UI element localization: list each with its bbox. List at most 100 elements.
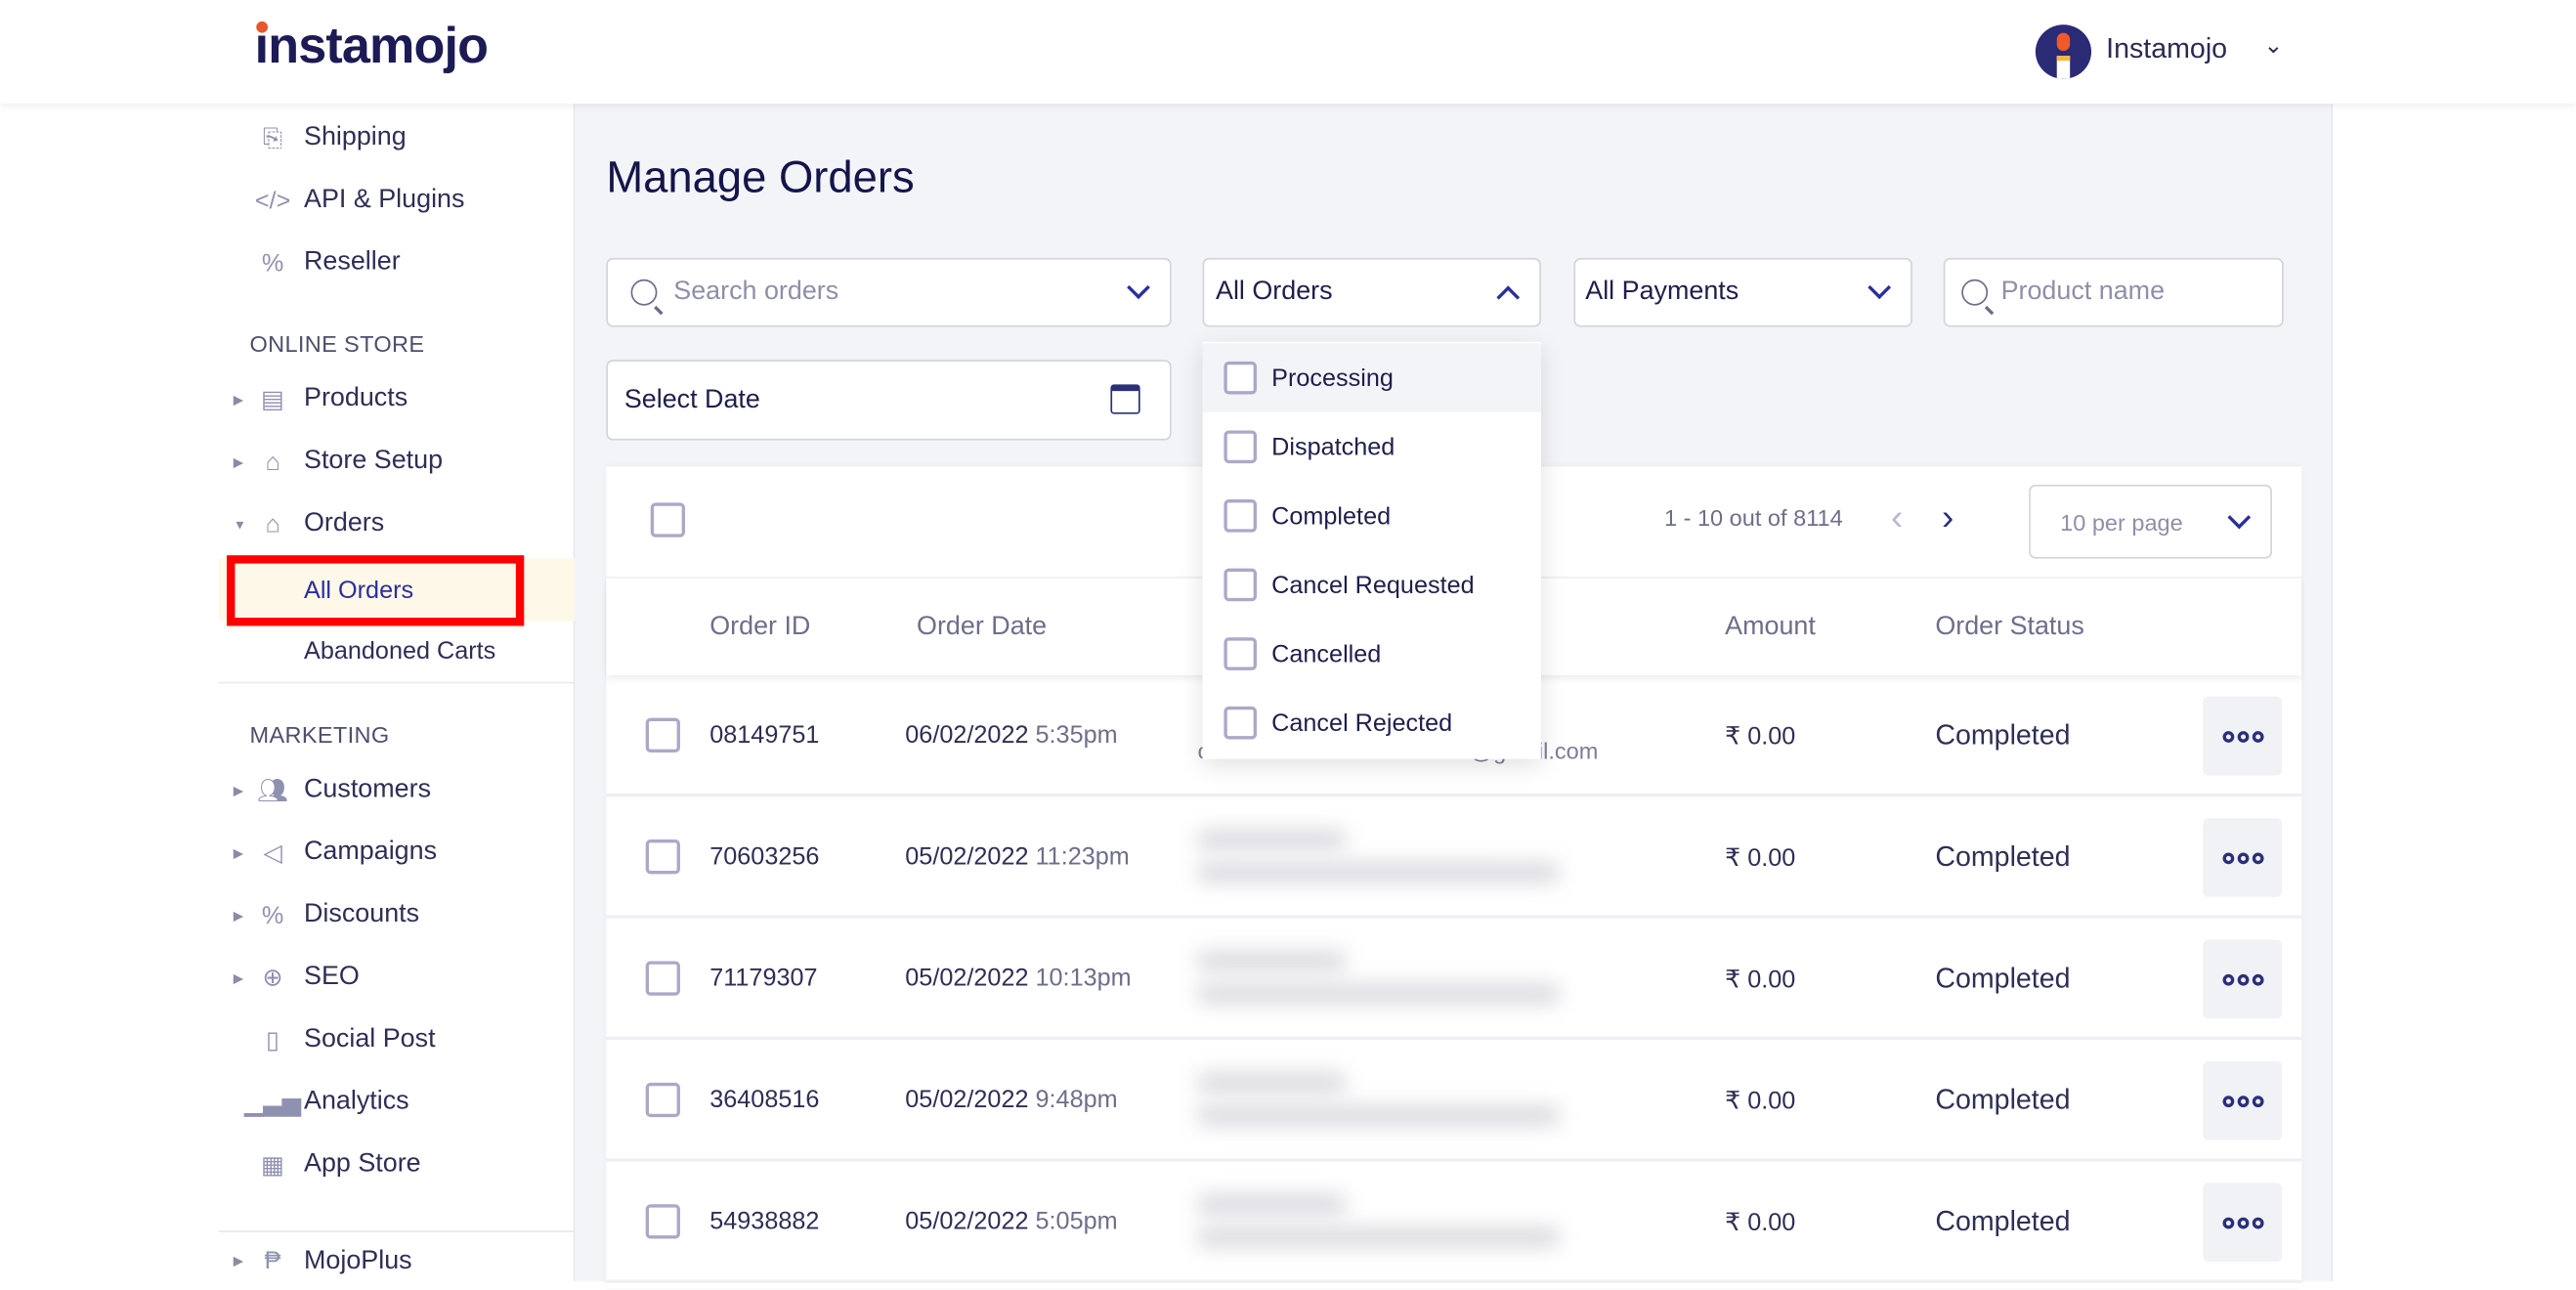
order-status-select[interactable]: All Orders <box>1203 258 1541 327</box>
search-icon <box>631 280 658 306</box>
sidebar-item-mojoplus[interactable]: ▶₱MojoPlus <box>219 1230 576 1290</box>
chevron-down-icon[interactable]: ⌄ <box>2264 31 2284 60</box>
select-date-input[interactable]: Select Date <box>606 360 1171 440</box>
order-id[interactable]: 54938882 <box>709 1208 819 1236</box>
order-id[interactable]: 71179307 <box>709 965 817 993</box>
dropdown-option[interactable]: Cancel Rejected <box>1203 688 1541 757</box>
option-label: Dispatched <box>1271 433 1395 461</box>
row-checkbox[interactable] <box>646 718 680 752</box>
amount: ₹ 0.00 <box>1725 1086 1795 1115</box>
table-row[interactable]: 54938882 05/02/2022 5:05pm₹ 0.00 Complet… <box>606 1162 2301 1283</box>
payment-select[interactable]: All Payments <box>1573 258 1911 327</box>
dropdown-option[interactable]: Dispatched <box>1203 412 1541 482</box>
caret-down-icon: ▼ <box>234 517 246 532</box>
row-checkbox[interactable] <box>646 1083 680 1117</box>
option-checkbox[interactable] <box>1224 637 1257 670</box>
shipping-icon: ⎘ <box>256 121 289 154</box>
order-date: 05/02/2022 5:05pm <box>905 1208 1117 1236</box>
order-id[interactable]: 70603256 <box>709 842 819 871</box>
caret-right-icon: ▶ <box>234 783 243 797</box>
search-orders-input[interactable]: Search orders <box>606 258 1171 327</box>
sidebar-item-shipping[interactable]: ⎘Shipping <box>219 108 576 168</box>
more-actions-button[interactable] <box>2203 818 2282 897</box>
prev-page-button[interactable]: ‹ <box>1891 496 1903 539</box>
option-label: Cancel Rejected <box>1271 709 1452 737</box>
option-checkbox[interactable] <box>1224 707 1257 740</box>
sidebar-item-analytics[interactable]: ▁▃▅Analytics <box>219 1073 576 1133</box>
sidebar-item-products[interactable]: ▶▤Products <box>219 369 576 429</box>
order-id[interactable]: 36408516 <box>709 1086 819 1114</box>
account-name[interactable]: Instamojo <box>2106 33 2227 66</box>
box-icon: ▤ <box>256 383 289 416</box>
order-date: 05/02/2022 9:48pm <box>905 1086 1117 1114</box>
mojoplus-icon: ₱ <box>256 1244 289 1277</box>
more-actions-button[interactable] <box>2203 940 2282 1019</box>
date: 05/02/2022 <box>905 965 1028 993</box>
sidebar-item-api-plugins[interactable]: </>API & Plugins <box>219 171 576 231</box>
amount: ₹ 0.00 <box>1725 721 1795 751</box>
row-checkbox[interactable] <box>646 839 680 874</box>
option-checkbox[interactable] <box>1224 569 1257 602</box>
store-icon: ⌂ <box>256 446 289 479</box>
row-checkbox[interactable] <box>646 1204 680 1238</box>
date: 05/02/2022 <box>905 842 1028 871</box>
megaphone-icon: ◁ <box>256 837 289 870</box>
instamojo-logo[interactable]: instamojo <box>255 17 489 76</box>
more-actions-button[interactable] <box>2203 1061 2282 1140</box>
code-icon: </> <box>256 184 289 217</box>
dropdown-option[interactable]: Processing <box>1203 343 1541 412</box>
sidebar-item-seo[interactable]: ▶⊕SEO <box>219 948 576 1008</box>
sidebar-item-orders[interactable]: ▼⌂Orders <box>219 494 576 554</box>
table-row[interactable]: 71179307 05/02/2022 10:13pm₹ 0.00 Comple… <box>606 919 2301 1040</box>
dropdown-option[interactable]: Completed <box>1203 482 1541 551</box>
dropdown-option[interactable]: Cancelled <box>1203 620 1541 689</box>
sidebar-item-reseller[interactable]: %Reseller <box>219 234 576 293</box>
time: 10:13pm <box>1036 965 1132 993</box>
per-page-select[interactable]: 10 per page <box>2029 485 2272 559</box>
section-online-store: ONLINE STORE <box>250 330 425 357</box>
column-order-status: Order Status <box>1935 613 2083 642</box>
percent-icon: % <box>256 246 289 280</box>
customer-name-redacted <box>1198 951 1346 970</box>
table-row[interactable]: 70603256 05/02/2022 11:23pm₹ 0.00 Comple… <box>606 796 2301 918</box>
avatar[interactable] <box>2036 24 2091 78</box>
users-icon: 👥︎ <box>256 774 289 807</box>
sidebar-item-app-store[interactable]: ▦App Store <box>219 1136 576 1195</box>
option-checkbox[interactable] <box>1224 362 1257 395</box>
amount: ₹ 0.00 <box>1725 965 1795 994</box>
more-actions-button[interactable] <box>2203 1182 2282 1262</box>
more-actions-button[interactable] <box>2203 697 2282 776</box>
caret-right-icon: ▶ <box>234 1254 243 1268</box>
sidebar-item-campaigns[interactable]: ▶◁Campaigns <box>219 823 576 882</box>
option-label: Completed <box>1271 502 1391 531</box>
caret-right-icon: ▶ <box>234 970 243 985</box>
sidebar-item-social-post[interactable]: ▯Social Post <box>219 1010 576 1070</box>
sidebar: ⎘Shipping </>API & Plugins %Reseller ONL… <box>219 104 576 1281</box>
section-marketing: MARKETING <box>250 721 390 748</box>
caret-right-icon: ▶ <box>234 454 243 469</box>
option-checkbox[interactable] <box>1224 430 1257 463</box>
sidebar-item-discounts[interactable]: ▶%Discounts <box>219 885 576 945</box>
row-checkbox[interactable] <box>646 961 680 995</box>
sidebar-subitem-abandoned-carts[interactable]: Abandoned Carts <box>219 621 576 683</box>
select-all-checkbox[interactable] <box>651 502 685 537</box>
product-name-input[interactable]: Product name <box>1944 258 2284 327</box>
order-date: 05/02/2022 10:13pm <box>905 965 1131 993</box>
option-checkbox[interactable] <box>1224 499 1257 533</box>
time: 11:23pm <box>1036 842 1130 871</box>
sidebar-item-store-setup[interactable]: ▶⌂Store Setup <box>219 432 576 492</box>
table-row[interactable]: 36408516 05/02/2022 9:48pm ₹ 0.00 Complet… <box>606 1040 2301 1161</box>
sidebar-item-customers[interactable]: ▶👥︎Customers <box>219 760 576 820</box>
caret-right-icon: ▶ <box>234 392 243 407</box>
dropdown-option[interactable]: Cancel Requested <box>1203 550 1541 620</box>
status-badge: Completed <box>1935 1085 2070 1118</box>
column-order-id: Order ID <box>709 613 810 642</box>
order-id[interactable]: 08149751 <box>709 721 819 750</box>
column-amount: Amount <box>1725 613 1816 642</box>
seo-icon: ⊕ <box>256 961 289 994</box>
customer-email-redacted <box>1198 863 1560 882</box>
calendar-icon[interactable] <box>1110 384 1139 413</box>
status-badge: Completed <box>1935 1206 2070 1239</box>
next-page-button[interactable]: › <box>1942 496 1953 539</box>
chevron-down-icon[interactable] <box>1127 276 1150 299</box>
